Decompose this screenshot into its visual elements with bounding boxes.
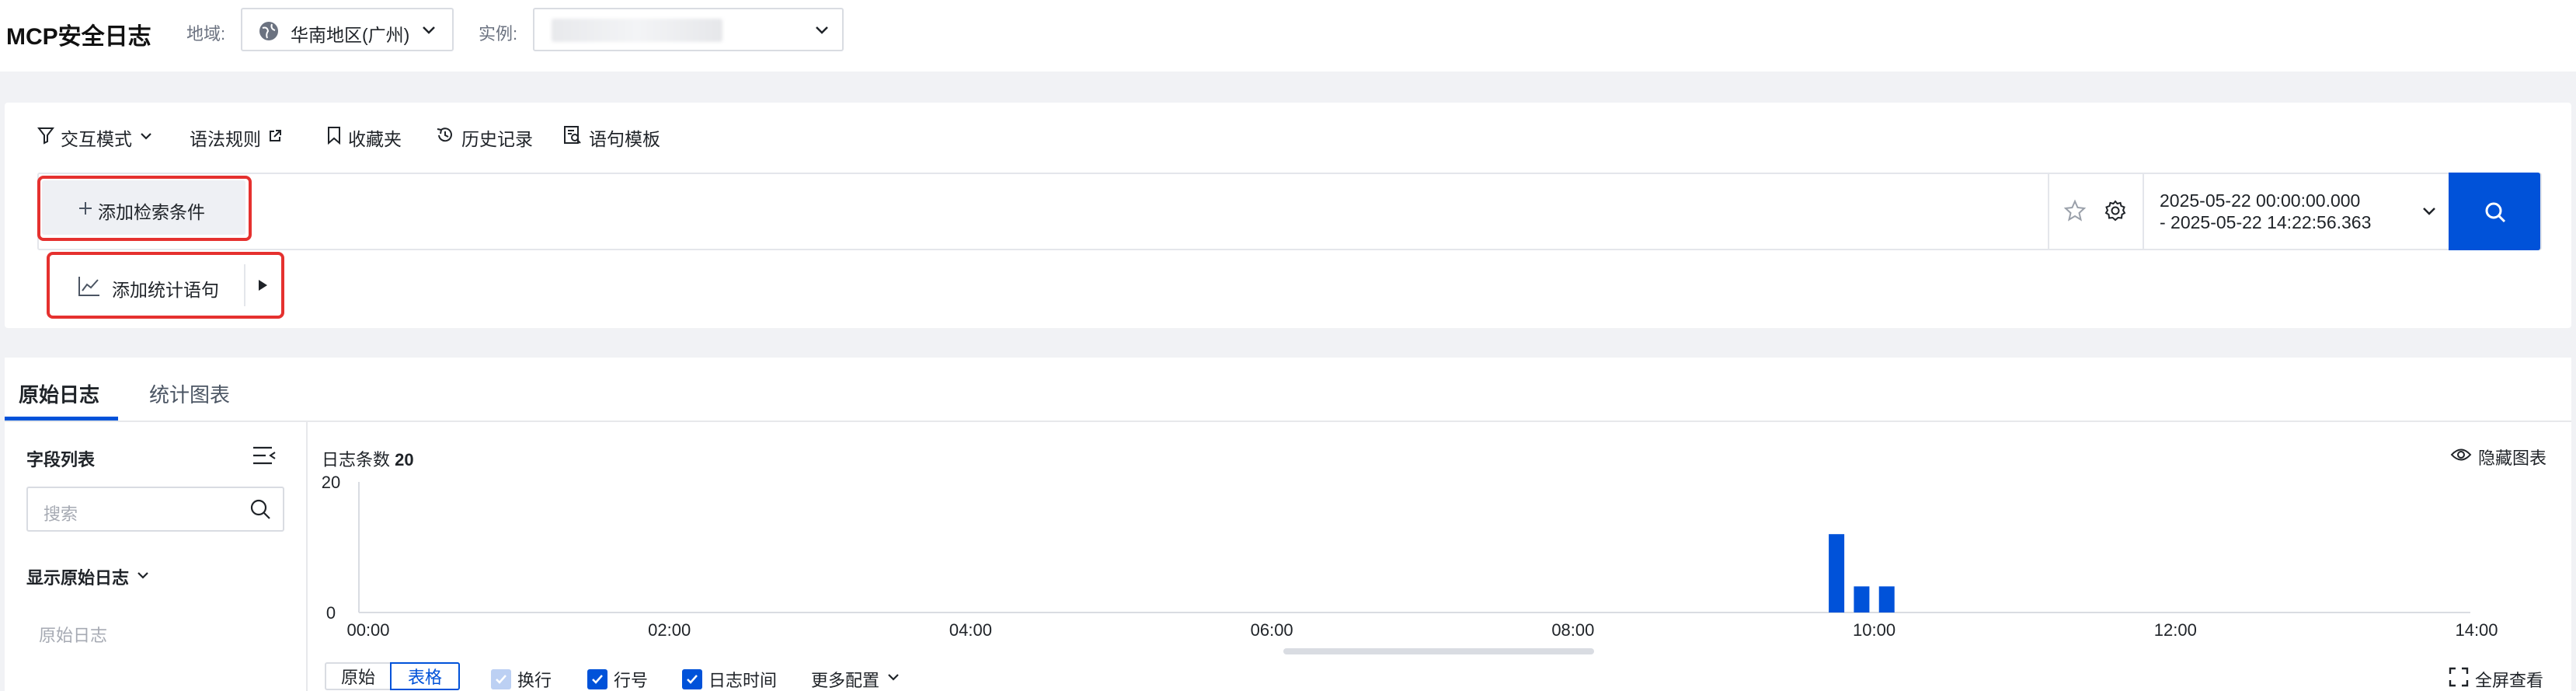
chevron-down-icon [813,20,831,43]
page-title: MCP安全日志 [6,24,151,50]
fullscreen-label: 全屏查看 [2475,671,2544,690]
wrap-label: 换行 [517,671,552,690]
search-icon [2483,200,2508,229]
hide-chart-label: 隐藏图表 [2478,448,2547,468]
show-raw-toggle[interactable]: 显示原始日志 [26,564,151,589]
field-search-input[interactable]: 搜索 [26,487,284,532]
x-tick-label: 10:00 [1853,620,1895,640]
search-icon [249,497,272,525]
show-raw-label: 显示原始日志 [26,568,130,588]
field-list-title: 字段列表 [26,450,96,469]
history-button[interactable]: 历史记录 [435,124,533,151]
log-count-value: 20 [395,450,414,469]
templates-button[interactable]: 语句模板 [562,124,660,151]
eye-icon [2450,446,2472,468]
x-tick-label: 00:00 [346,620,389,640]
time-end: - 2025-05-22 14:22:56.363 [2160,212,2372,232]
chevron-down-icon [135,567,151,587]
star-icon[interactable] [2063,199,2087,226]
histogram-chart: 00:00 02:00 04:00 06:00 08:00 10:00 12:00 14:00… [322,473,2498,640]
chart-scrollbar[interactable] [1283,648,1594,654]
plus-icon [78,201,93,220]
time-start: 2025-05-22 00:00:00.000 [2160,190,2361,211]
divider [244,264,245,306]
instance-select[interactable] [533,8,844,51]
chevron-down-icon [138,127,154,148]
x-tick-label: 12:00 [2154,620,2197,640]
log-time-label: 日志时间 [708,671,778,690]
template-icon [562,125,583,150]
favorites-button[interactable]: 收藏夹 [326,124,402,151]
x-tick-label: 06:00 [1251,620,1293,640]
log-count: 日志条数 20 [322,446,414,471]
history-icon [435,125,455,150]
region-select[interactable]: 华南地区(广州) [241,8,454,51]
templates-label: 语句模板 [589,129,660,149]
x-tick-label: 04:00 [949,620,992,640]
gear-icon[interactable] [2104,199,2127,226]
line-chart-icon [78,275,101,301]
line-number-checkbox[interactable]: 行号 [587,667,648,691]
y-tick-label: 20 [322,473,340,492]
checkbox-check-icon [491,669,511,689]
bookmark-icon [326,126,342,149]
tab-raw-log[interactable]: 原始日志 [19,379,99,408]
fullscreen-icon [2449,667,2469,691]
checkbox-check-icon [682,669,702,689]
histogram-bar-1[interactable] [1854,586,1870,612]
time-range-picker[interactable]: 2025-05-22 00:00:00.000 - 2025-05-22 14:… [2144,174,2447,249]
histogram-bar-2[interactable] [1878,586,1895,612]
search-button[interactable] [2449,173,2540,250]
hide-chart-button[interactable]: 隐藏图表 [2450,445,2546,469]
filter-icon [37,126,55,149]
raw-log-field: 原始日志 [39,626,108,645]
log-count-label: 日志条数 [322,450,391,469]
more-config-label: 更多配置 [811,671,880,690]
x-tick-label: 08:00 [1551,620,1594,640]
instance-value-redacted [552,19,722,42]
caret-right-icon [256,278,269,296]
chevron-down-icon [2421,202,2438,223]
add-statistics-label: 添加统计语句 [112,280,219,300]
expand-statistics-button[interactable] [247,260,280,311]
interaction-mode-label: 交互模式 [61,129,132,149]
view-raw-button[interactable]: 原始 [325,662,392,690]
add-condition-label: 添加检索条件 [98,202,205,222]
more-config-dropdown[interactable]: 更多配置 [811,667,901,691]
y-tick-label: 0 [326,603,336,623]
syntax-rules-link[interactable]: 语法规则 [190,124,283,151]
sidebar-divider [306,422,308,691]
x-tick-label: 14:00 [2455,620,2498,640]
chevron-down-icon [886,669,901,689]
active-tab-indicator [5,417,118,421]
history-label: 历史记录 [461,129,533,149]
favorites-label: 收藏夹 [348,129,402,149]
external-link-icon [267,127,283,148]
globe-icon [258,20,280,46]
line-number-label: 行号 [614,671,649,690]
add-condition-button[interactable]: 添加检索条件 [42,180,245,235]
histogram-bar-0[interactable] [1829,534,1845,612]
tabs-divider [5,421,2571,422]
syntax-rules-label: 语法规则 [190,129,261,149]
field-search-placeholder: 搜索 [44,504,78,524]
region-value: 华南地区(广州) [291,25,410,45]
chevron-down-icon [419,20,438,43]
add-statistics-button[interactable]: 添加统计语句 [54,260,247,311]
divider [2048,174,2049,249]
x-tick-label: 02:00 [648,620,691,640]
interaction-mode-dropdown[interactable]: 交互模式 [37,124,154,151]
collapse-list-icon[interactable] [252,445,277,470]
wrap-checkbox[interactable]: 换行 [491,667,552,691]
checkbox-check-icon [587,669,607,689]
tab-stat-chart[interactable]: 统计图表 [149,379,230,408]
region-label: 地域: [186,24,226,44]
instance-label: 实例: [479,24,518,44]
fullscreen-button[interactable]: 全屏查看 [2449,667,2543,691]
log-time-checkbox[interactable]: 日志时间 [682,667,777,691]
view-table-button[interactable]: 表格 [390,662,460,690]
